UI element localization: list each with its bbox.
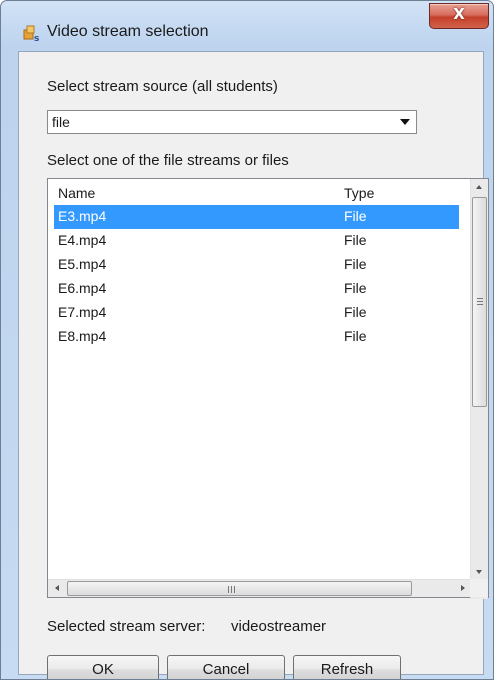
scroll-up-button[interactable]	[471, 179, 488, 196]
horizontal-scrollbar[interactable]	[48, 579, 471, 597]
chevron-down-icon[interactable]	[400, 119, 410, 125]
list-item[interactable]: E5.mp4 File	[54, 253, 459, 277]
list-item[interactable]: E7.mp4 File	[54, 301, 459, 325]
file-type: File	[344, 280, 367, 296]
stream-source-dropdown[interactable]: file	[47, 110, 417, 134]
arrow-up-icon	[476, 185, 482, 189]
title-bar[interactable]: s Video stream selection X	[1, 1, 493, 51]
scroll-left-button[interactable]	[48, 580, 65, 597]
file-name: E5.mp4	[58, 256, 107, 272]
refresh-button[interactable]: Refresh	[293, 655, 401, 679]
file-name: E7.mp4	[58, 304, 107, 320]
scroll-right-button[interactable]	[454, 580, 471, 597]
file-name: E6.mp4	[58, 280, 107, 296]
file-name: E4.mp4	[58, 232, 107, 248]
video-stream-selection-dialog: s Video stream selection X Select stream…	[0, 0, 494, 680]
file-type: File	[344, 256, 367, 272]
arrow-down-icon	[476, 570, 482, 574]
stream-server-label: Selected stream server:	[47, 618, 206, 635]
svg-text:s: s	[34, 34, 39, 42]
list-item[interactable]: E3.mp4 File	[54, 205, 459, 229]
grip-line-icon	[477, 304, 483, 305]
file-streams-label: Select one of the file streams or files	[47, 152, 289, 169]
close-icon: X	[453, 5, 465, 23]
file-type: File	[344, 232, 367, 248]
stream-server-value: videostreamer	[231, 618, 327, 635]
horizontal-scroll-thumb[interactable]	[67, 581, 412, 596]
close-button[interactable]: X	[429, 3, 489, 29]
vertical-scroll-thumb[interactable]	[472, 197, 487, 407]
vertical-scrollbar[interactable]	[470, 179, 488, 599]
file-type: File	[344, 208, 367, 224]
arrow-right-icon	[461, 585, 465, 591]
grip-line-icon	[477, 298, 483, 299]
stream-source-value: file	[52, 114, 70, 130]
file-type: File	[344, 304, 367, 320]
scrollbar-corner	[470, 579, 488, 597]
list-item[interactable]: E4.mp4 File	[54, 229, 459, 253]
grip-icon	[228, 586, 238, 593]
column-header-name[interactable]: Name	[58, 185, 95, 201]
list-item[interactable]: E6.mp4 File	[54, 277, 459, 301]
column-header-type[interactable]: Type	[344, 185, 374, 201]
file-stream-list[interactable]: Name Type E3.mp4 File E4.mp4 File E5.mp4…	[47, 178, 489, 599]
file-name: E3.mp4	[58, 208, 107, 224]
file-type: File	[344, 328, 367, 344]
dialog-body: Select stream source (all students) file…	[18, 51, 489, 679]
cancel-button[interactable]: Cancel	[167, 655, 285, 679]
ok-button[interactable]: OK	[47, 655, 159, 679]
stream-source-label: Select stream source (all students)	[47, 78, 278, 95]
window-title: Video stream selection	[47, 23, 209, 40]
list-item[interactable]: E8.mp4 File	[54, 325, 459, 349]
arrow-left-icon	[55, 585, 59, 591]
file-name: E8.mp4	[58, 328, 107, 344]
video-stream-app-icon: s	[23, 25, 39, 42]
grip-line-icon	[477, 301, 483, 302]
